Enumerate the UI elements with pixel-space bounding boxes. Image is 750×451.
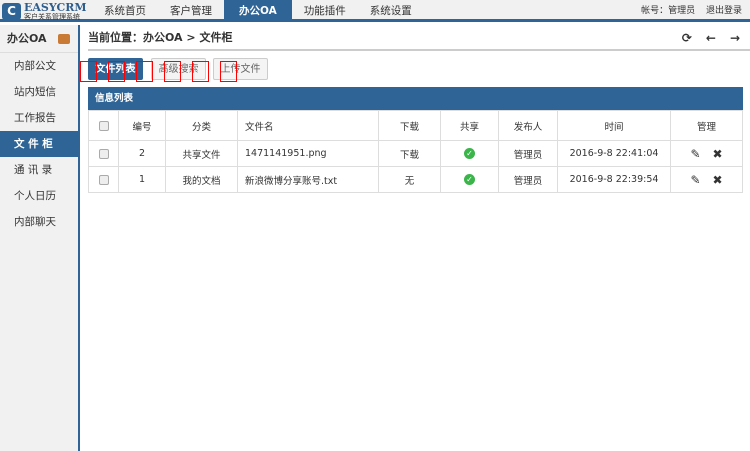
cell-id: 2 [118, 140, 166, 167]
cell-time: 2016-9-8 22:41:04 [557, 140, 671, 167]
select-all-checkbox[interactable] [98, 120, 109, 131]
briefcase-icon [58, 34, 70, 44]
sidebar-item-calendar[interactable]: 个人日历 [0, 183, 78, 209]
nav-plugins[interactable]: 功能插件 [292, 0, 358, 22]
annotation-box [220, 61, 237, 82]
col-manage: 管理 [670, 110, 743, 141]
annotation-box [108, 61, 125, 82]
check-circle-icon: ✓ [464, 148, 475, 159]
sidebar-title: 办公OA [0, 25, 78, 53]
sidebar-item-documents[interactable]: 内部公文 [0, 53, 78, 79]
account: 帐号：管理员 退出登录 [633, 0, 742, 22]
col-category: 分类 [165, 110, 238, 141]
cell-publisher: 管理员 [498, 166, 558, 193]
table-caption: 信息列表 [88, 87, 743, 110]
file-table: 信息列表 编号 分类 文件名 下载 共享 发布人 时间 管理 2 共享文件 14… [88, 87, 743, 193]
col-publisher: 发布人 [498, 110, 558, 141]
refresh-icon[interactable]: ⟳ [682, 25, 692, 51]
cell-category: 我的文档 [165, 166, 238, 193]
forward-arrow-icon[interactable]: → [730, 25, 740, 51]
table-row: 1 我的文档 新浪微博分享账号.txt 无 ✓ 管理员 2016-9-8 22:… [88, 166, 743, 193]
table-row: 2 共享文件 1471141951.png 下载 ✓ 管理员 2016-9-8 … [88, 140, 743, 167]
account-user: 帐号：管理员 [641, 6, 696, 16]
cell-category: 共享文件 [165, 140, 238, 167]
col-time: 时间 [557, 110, 671, 141]
row-checkbox[interactable] [98, 174, 109, 185]
delete-x-icon[interactable]: ✖ [713, 147, 723, 161]
sidebar-item-messages[interactable]: 站内短信 [0, 79, 78, 105]
edit-pencil-icon[interactable]: ✎ [690, 173, 700, 187]
top-bar: C EASYCRM 客户关系管理系统 系统首页 客户管理 办公OA 功能插件 系… [0, 0, 750, 22]
annotation-box [164, 61, 181, 82]
main-nav: 系统首页 客户管理 办公OA 功能插件 系统设置 [92, 0, 424, 22]
col-id: 编号 [118, 110, 166, 141]
sidebar-item-contacts[interactable]: 通 讯 录 [0, 157, 78, 183]
delete-x-icon[interactable]: ✖ [713, 173, 723, 187]
sidebar-item-reports[interactable]: 工作报告 [0, 105, 78, 131]
logo-icon: C [2, 3, 21, 20]
cell-id: 1 [118, 166, 166, 193]
col-download: 下载 [378, 110, 441, 141]
nav-home[interactable]: 系统首页 [92, 0, 158, 22]
sidebar: 办公OA 内部公文 站内短信 工作报告 文 件 柜 通 讯 录 个人日历 内部聊… [0, 25, 80, 451]
cell-filename: 新浪微博分享账号.txt [237, 166, 379, 193]
logout-link[interactable]: 退出登录 [706, 6, 742, 16]
cell-publisher: 管理员 [498, 140, 558, 167]
logo-subtitle: 客户关系管理系统 [24, 13, 80, 21]
check-circle-icon: ✓ [464, 174, 475, 185]
cell-download: 无 [378, 166, 441, 193]
logo: C EASYCRM 客户关系管理系统 [2, 1, 92, 21]
breadcrumb: 当前位置：办公OA > 文件柜 [88, 25, 750, 51]
sidebar-item-chat[interactable]: 内部聊天 [0, 209, 78, 235]
download-link[interactable]: 下载 [378, 140, 441, 167]
toolbar-icons: ⟳ ← → [682, 25, 740, 51]
annotation-box [80, 61, 97, 82]
cell-time: 2016-9-8 22:39:54 [557, 166, 671, 193]
col-filename: 文件名 [237, 110, 379, 141]
row-checkbox[interactable] [98, 148, 109, 159]
cell-filename: 1471141951.png [237, 140, 379, 167]
annotation-box [192, 61, 209, 82]
col-share: 共享 [440, 110, 499, 141]
sidebar-item-file-cabinet[interactable]: 文 件 柜 [0, 131, 78, 157]
nav-customers[interactable]: 客户管理 [158, 0, 224, 22]
sidebar-title-text: 办公OA [7, 32, 47, 45]
back-arrow-icon[interactable]: ← [706, 25, 716, 51]
nav-settings[interactable]: 系统设置 [358, 0, 424, 22]
edit-pencil-icon[interactable]: ✎ [690, 147, 700, 161]
table-header-row: 编号 分类 文件名 下载 共享 发布人 时间 管理 [88, 110, 743, 141]
annotation-box [136, 61, 153, 82]
nav-oa[interactable]: 办公OA [224, 0, 292, 22]
